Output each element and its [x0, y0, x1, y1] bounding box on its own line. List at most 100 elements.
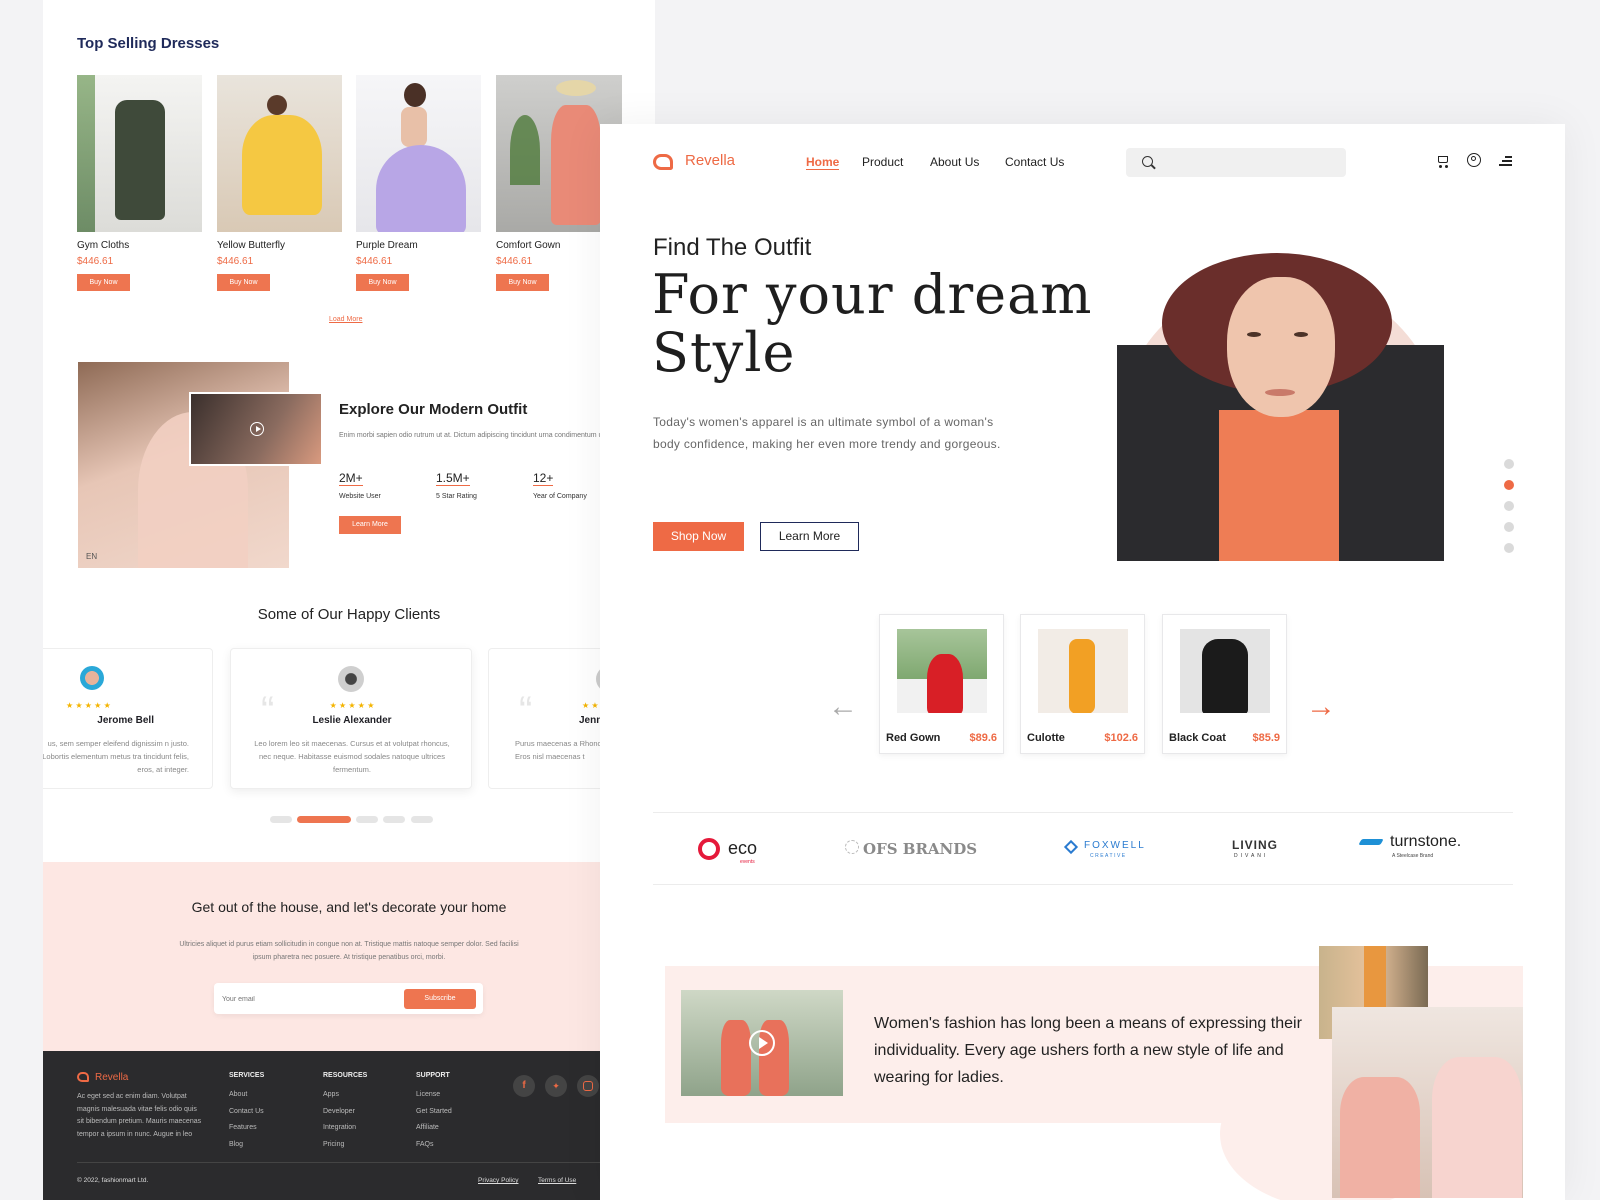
- copyright: © 2022, fashionmart Ltd.: [77, 1177, 149, 1184]
- stat-label: Website User: [339, 493, 381, 500]
- carousel-dot[interactable]: [356, 816, 378, 823]
- hero-slider-dot[interactable]: [1504, 501, 1514, 511]
- nav-about-us[interactable]: About Us: [930, 155, 979, 169]
- footer-brand[interactable]: Revella: [95, 1072, 128, 1083]
- carousel-dot[interactable]: [270, 816, 292, 823]
- hero-title-line: Style: [652, 321, 796, 384]
- instagram-icon[interactable]: [577, 1075, 599, 1097]
- menu-icon[interactable]: [1499, 155, 1513, 166]
- footer-column-title: SUPPORT: [416, 1072, 450, 1079]
- newsletter-section: Get out of the house, and let's decorate…: [43, 862, 655, 1051]
- product-image-purple-dream[interactable]: [356, 75, 481, 232]
- image-caption: EN: [86, 552, 98, 561]
- nav-product[interactable]: Product: [862, 155, 903, 169]
- clients-title: Some of Our Happy Clients: [257, 606, 441, 623]
- newsletter-text: Ultricies aliquet id purus etiam sollici…: [179, 941, 519, 961]
- hero-kicker: Find The Outfit: [653, 234, 812, 261]
- carousel-dot-active[interactable]: [297, 816, 351, 823]
- hero-title-line: For your dream: [652, 263, 1093, 326]
- testimonial-text: Leo lorem leo sit maecenas. Cursus et at…: [254, 739, 450, 774]
- product-card[interactable]: Black Coat $85.9: [1162, 614, 1287, 754]
- eco-logo-icon: [698, 838, 720, 860]
- buy-now-button[interactable]: Buy Now: [217, 274, 270, 291]
- product-name: Comfort Gown: [496, 240, 561, 251]
- shop-now-button[interactable]: Shop Now: [653, 522, 744, 551]
- carousel-dot[interactable]: [411, 816, 433, 823]
- carousel-prev-arrow-icon[interactable]: ←: [828, 692, 858, 722]
- product-name: Red Gown: [886, 732, 941, 744]
- hero-slider-dot-active[interactable]: [1504, 480, 1514, 490]
- product-image-gym-cloths[interactable]: [77, 75, 202, 232]
- avatar: [80, 666, 104, 690]
- hero-slider-dot[interactable]: [1504, 522, 1514, 532]
- product-price: $446.61: [77, 256, 114, 267]
- client-name: Leslie Alexander: [312, 715, 392, 726]
- buy-now-button[interactable]: Buy Now: [496, 274, 549, 291]
- carousel-dot[interactable]: [383, 816, 405, 823]
- footer-link[interactable]: About: [229, 1091, 247, 1098]
- hero-slider-dot[interactable]: [1504, 459, 1514, 469]
- learn-more-button[interactable]: Learn More: [760, 522, 859, 551]
- brand-logo-sub: events: [740, 859, 755, 865]
- footer-link[interactable]: Apps: [323, 1091, 339, 1098]
- facebook-icon[interactable]: f: [513, 1075, 535, 1097]
- product-card[interactable]: Culotte $102.6: [1020, 614, 1145, 754]
- testimonial-text: us, sem semper eleifend dignissim n just…: [43, 739, 189, 774]
- brand-logo-icon: [653, 154, 673, 170]
- product-card[interactable]: Red Gown $89.6: [879, 614, 1004, 754]
- nav-home[interactable]: Home: [806, 155, 840, 170]
- quote-icon: “: [519, 689, 533, 733]
- carousel-next-arrow-icon[interactable]: →: [1306, 692, 1336, 722]
- explore-learn-more-button[interactable]: Learn More: [339, 516, 401, 534]
- footer-link[interactable]: License: [416, 1091, 440, 1098]
- email-input[interactable]: [222, 991, 392, 1007]
- story-text: Women's fashion has long been a means of…: [874, 1015, 1302, 1086]
- product-image: [1180, 629, 1270, 713]
- product-name: Purple Dream: [356, 240, 418, 251]
- hero-slider-dot[interactable]: [1504, 543, 1514, 553]
- buy-now-button[interactable]: Buy Now: [77, 274, 130, 291]
- play-icon[interactable]: [250, 422, 264, 436]
- footer-link[interactable]: Contact Us: [229, 1108, 264, 1115]
- footer-link[interactable]: Blog: [229, 1141, 243, 1148]
- footer-column-title: RESOURCES: [323, 1072, 368, 1079]
- testimonial-card: ★ ★ ★ ★ ★ Jerome Bell us, sem semper ele…: [43, 648, 213, 789]
- product-name: Gym Cloths: [77, 240, 130, 251]
- product-image: [897, 629, 987, 713]
- subscribe-button[interactable]: Subscribe: [404, 989, 476, 1009]
- footer-link[interactable]: Features: [229, 1124, 257, 1131]
- rating-stars: ★ ★ ★ ★ ★: [329, 701, 375, 710]
- footer-link[interactable]: Get Started: [416, 1108, 452, 1115]
- story-image-bottom: [1332, 1007, 1523, 1198]
- product-image-yellow-butterfly[interactable]: [217, 75, 342, 232]
- explore-video-thumbnail[interactable]: [189, 392, 323, 466]
- hero-title: For your dream Style: [652, 266, 1093, 382]
- ofs-logo-icon: [845, 840, 859, 854]
- newsletter-title: Get out of the house, and let's decorate…: [191, 899, 507, 915]
- explore-text: Enim morbi sapien odio rutrum ut at. Dic…: [339, 432, 609, 439]
- story-video-thumbnail[interactable]: [681, 990, 843, 1096]
- footer-link[interactable]: Developer: [323, 1108, 355, 1115]
- brand-logo-sub: DIVANI: [1234, 853, 1269, 859]
- load-more-link[interactable]: Load More: [329, 316, 362, 323]
- buy-now-button[interactable]: Buy Now: [356, 274, 409, 291]
- user-account-icon[interactable]: [1467, 153, 1481, 167]
- privacy-policy-link[interactable]: Privacy Policy: [478, 1177, 518, 1184]
- footer-link[interactable]: FAQs: [416, 1141, 434, 1148]
- brand-name[interactable]: Revella: [685, 152, 735, 169]
- landing-page-left: Top Selling Dresses Gym Cloths $446.61 B…: [43, 0, 655, 1200]
- product-price: $89.6: [969, 732, 997, 744]
- footer-link[interactable]: Pricing: [323, 1141, 344, 1148]
- brand-logo: turnstone.: [1390, 833, 1462, 850]
- nav-contact-us[interactable]: Contact Us: [1005, 155, 1064, 169]
- client-name: Jerome Bell: [97, 715, 154, 726]
- twitter-icon[interactable]: ✦: [545, 1075, 567, 1097]
- footer-link[interactable]: Affiliate: [416, 1124, 439, 1131]
- footer-link[interactable]: Integration: [323, 1124, 356, 1131]
- product-price: $102.6: [1104, 732, 1138, 744]
- stat-label: Year of Company: [533, 493, 587, 500]
- terms-link[interactable]: Terms of Use: [538, 1177, 576, 1184]
- brand-logo-icon: [77, 1072, 89, 1082]
- explore-title: Explore Our Modern Outfit: [339, 401, 528, 418]
- play-icon[interactable]: [749, 1030, 775, 1056]
